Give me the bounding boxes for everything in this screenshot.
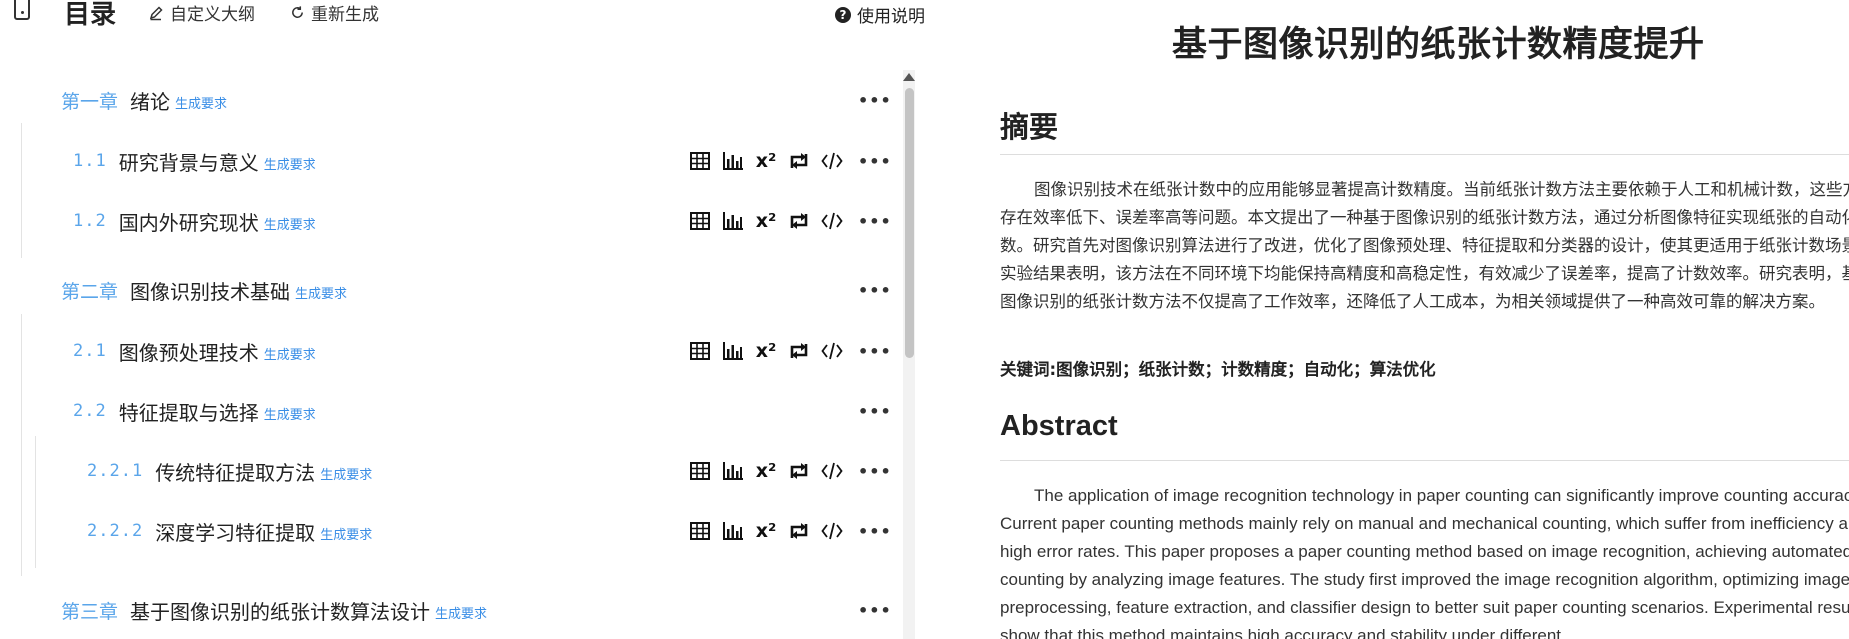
keywords-line: 关键词:图像识别；纸张计数；计数精度；自动化；算法优化	[1000, 360, 1436, 379]
outline-title[interactable]: 特征提取与选择	[119, 397, 259, 426]
outline-title[interactable]: 图像识别技术基础	[130, 276, 290, 305]
custom-outline-button[interactable]: 自定义大纲	[148, 0, 255, 25]
flowchart-icon[interactable]	[788, 150, 810, 172]
more-options-icon[interactable]: •••	[858, 91, 891, 110]
generate-requirement-link[interactable]: 生成要求	[264, 404, 316, 423]
table-icon[interactable]	[689, 460, 711, 482]
document-preview: 基于图像识别的纸张计数精度提升 摘要 图像识别技术在纸张计数中的应用能够显著提高…	[940, 0, 1849, 639]
more-options-icon[interactable]: •••	[858, 462, 891, 481]
more-options-icon[interactable]: •••	[858, 281, 891, 300]
generate-requirement-link[interactable]: 生成要求	[320, 524, 372, 543]
more-options-icon[interactable]: •••	[858, 212, 891, 231]
generate-requirement-link[interactable]: 生成要求	[264, 344, 316, 363]
formula-icon[interactable]: x²	[755, 150, 777, 172]
code-icon[interactable]	[821, 340, 843, 362]
regenerate-label: 重新生成	[311, 5, 379, 25]
help-button[interactable]: ? 使用说明	[835, 2, 925, 27]
document-title: 基于图像识别的纸张计数精度提升	[1172, 25, 1705, 65]
custom-outline-label: 自定义大纲	[170, 5, 255, 25]
bar-chart-icon[interactable]	[722, 520, 744, 542]
more-options-icon[interactable]: •••	[858, 402, 891, 421]
generate-requirement-link[interactable]: 生成要求	[295, 283, 347, 302]
outline-number: 1.2	[73, 211, 107, 231]
outline-number: 第一章	[61, 90, 119, 113]
outline-number: 2.2	[73, 401, 107, 421]
flowchart-icon[interactable]	[788, 520, 810, 542]
outline-title[interactable]: 图像预处理技术	[119, 337, 259, 366]
outline-item-2-1[interactable]: 2.1 图像预处理技术 生成要求 x² •••	[0, 331, 891, 371]
bar-chart-icon[interactable]	[722, 150, 744, 172]
pencil-icon	[149, 5, 163, 20]
more-options-icon[interactable]: •••	[858, 522, 891, 541]
question-circle-icon: ?	[835, 6, 851, 23]
english-abstract-paragraph: The application of image recognition tec…	[1000, 486, 1849, 639]
more-options-icon[interactable]: •••	[858, 601, 891, 620]
table-icon[interactable]	[689, 340, 711, 362]
flowchart-icon[interactable]	[788, 340, 810, 362]
generate-requirement-link[interactable]: 生成要求	[264, 214, 316, 233]
mobile-preview-icon[interactable]	[14, 0, 30, 20]
toc-title: 目录	[64, 0, 117, 30]
regenerate-button[interactable]: 重新生成	[290, 0, 379, 25]
bar-chart-icon[interactable]	[722, 210, 744, 232]
outline-item-2-2-1[interactable]: 2.2.1 传统特征提取方法 生成要求 x² •••	[0, 451, 891, 491]
outline-number: 2.2.2	[87, 521, 144, 541]
refresh-icon	[292, 6, 303, 18]
outline-title[interactable]: 研究背景与意义	[119, 147, 259, 176]
more-options-icon[interactable]: •••	[858, 152, 891, 171]
generate-requirement-link[interactable]: 生成要求	[175, 93, 227, 112]
outline-number: 第二章	[61, 280, 119, 303]
formula-icon[interactable]: x²	[755, 340, 777, 362]
help-label: 使用说明	[857, 7, 925, 27]
outline-title[interactable]: 基于图像识别的纸张计数算法设计	[130, 596, 430, 625]
english-abstract-heading: Abstract	[1000, 410, 1118, 442]
more-options-icon[interactable]: •••	[858, 342, 891, 361]
outline-title[interactable]: 传统特征提取方法	[155, 457, 315, 486]
abstract-heading: 摘要	[1000, 110, 1059, 144]
bar-chart-icon[interactable]	[722, 460, 744, 482]
outline-scrollbar-thumb[interactable]	[905, 88, 914, 358]
outline-number: 2.1	[73, 341, 107, 361]
heading-divider	[1000, 460, 1849, 461]
outline-number: 2.2.1	[87, 461, 144, 481]
code-icon[interactable]	[821, 210, 843, 232]
table-icon[interactable]	[689, 520, 711, 542]
outline-item-chapter-3[interactable]: 第三章 基于图像识别的纸张计数算法设计 生成要求 •••	[0, 590, 891, 630]
outline-toolbar: 目录 自定义大纲 重新生成 ? 使用说明	[0, 0, 940, 34]
outline-item-chapter-2[interactable]: 第二章 图像识别技术基础 生成要求 •••	[0, 270, 891, 310]
scroll-up-arrow-icon[interactable]	[903, 73, 915, 81]
formula-icon[interactable]: x²	[755, 460, 777, 482]
outline-title[interactable]: 绪论	[130, 86, 170, 115]
abstract-paragraph: 图像识别技术在纸张计数中的应用能够显著提高计数精度。当前纸张计数方法主要依赖于人…	[1000, 180, 1849, 311]
outline-number: 1.1	[73, 151, 107, 171]
flowchart-icon[interactable]	[788, 460, 810, 482]
generate-requirement-link[interactable]: 生成要求	[435, 603, 487, 622]
code-icon[interactable]	[821, 520, 843, 542]
flowchart-icon[interactable]	[788, 210, 810, 232]
formula-icon[interactable]: x²	[755, 520, 777, 542]
generate-requirement-link[interactable]: 生成要求	[264, 154, 316, 173]
generate-requirement-link[interactable]: 生成要求	[320, 464, 372, 483]
outline-title[interactable]: 国内外研究现状	[119, 207, 259, 236]
outline-number: 第三章	[61, 600, 119, 623]
outline-title[interactable]: 深度学习特征提取	[155, 517, 315, 546]
outline-item-1-1[interactable]: 1.1 研究背景与意义 生成要求 x² •••	[0, 141, 891, 181]
outline-item-2-2[interactable]: 2.2 特征提取与选择 生成要求 •••	[0, 391, 891, 431]
code-icon[interactable]	[821, 150, 843, 172]
formula-icon[interactable]: x²	[755, 210, 777, 232]
code-icon[interactable]	[821, 460, 843, 482]
outline-item-2-2-2[interactable]: 2.2.2 深度学习特征提取 生成要求 x² •••	[0, 511, 891, 551]
table-icon[interactable]	[689, 150, 711, 172]
table-icon[interactable]	[689, 210, 711, 232]
bar-chart-icon[interactable]	[722, 340, 744, 362]
outline-panel: 目录 自定义大纲 重新生成 ? 使用说明 第一章 绪论 生成要求 ••• 1.1…	[0, 0, 940, 639]
heading-divider	[1000, 154, 1849, 155]
outline-item-chapter-1[interactable]: 第一章 绪论 生成要求 •••	[0, 80, 891, 120]
outline-item-1-2[interactable]: 1.2 国内外研究现状 生成要求 x² •••	[0, 201, 891, 241]
